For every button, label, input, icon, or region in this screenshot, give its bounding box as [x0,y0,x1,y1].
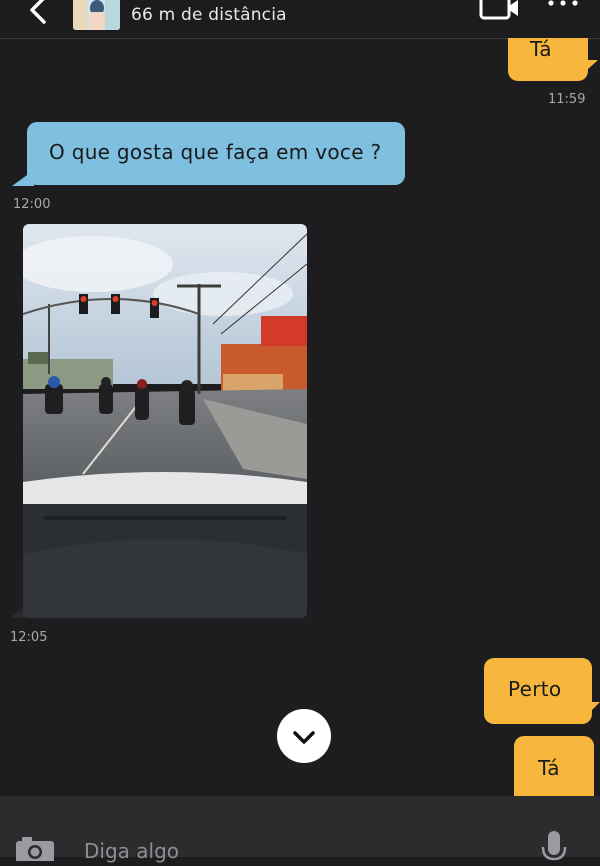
bubble-tail [580,702,600,722]
chevron-left-icon[interactable] [24,0,54,32]
more-dots-icon[interactable] [546,0,580,10]
message-photo[interactable] [23,224,307,618]
distance-label: 66 m de distância [131,5,287,25]
bubble-tail [576,60,598,80]
message-time: 12:05 [10,630,48,645]
chevron-down-icon [293,731,315,744]
message-text: Tá [530,37,552,61]
message-composer [0,796,600,866]
message-text: Tá [538,756,560,780]
video-call-icon[interactable] [478,0,520,22]
street-photo [23,224,307,618]
message-text: O que gosta que faça em voce ? [49,140,382,164]
message-input[interactable] [84,836,504,866]
message-bubble-incoming[interactable]: O que gosta que faça em voce ? [27,122,405,185]
message-text: Perto [508,677,562,701]
message-time: 12:00 [13,197,51,212]
message-time: 11:59 [548,92,586,107]
message-bubble-outgoing[interactable]: Tá [514,736,594,796]
scroll-to-bottom-button[interactable] [277,709,331,763]
camera-icon[interactable] [16,837,54,861]
chat-header: 66 m de distância [0,0,600,39]
message-bubble-outgoing[interactable]: Perto [484,658,592,724]
avatar[interactable] [73,0,120,30]
bubble-tail [12,170,34,186]
